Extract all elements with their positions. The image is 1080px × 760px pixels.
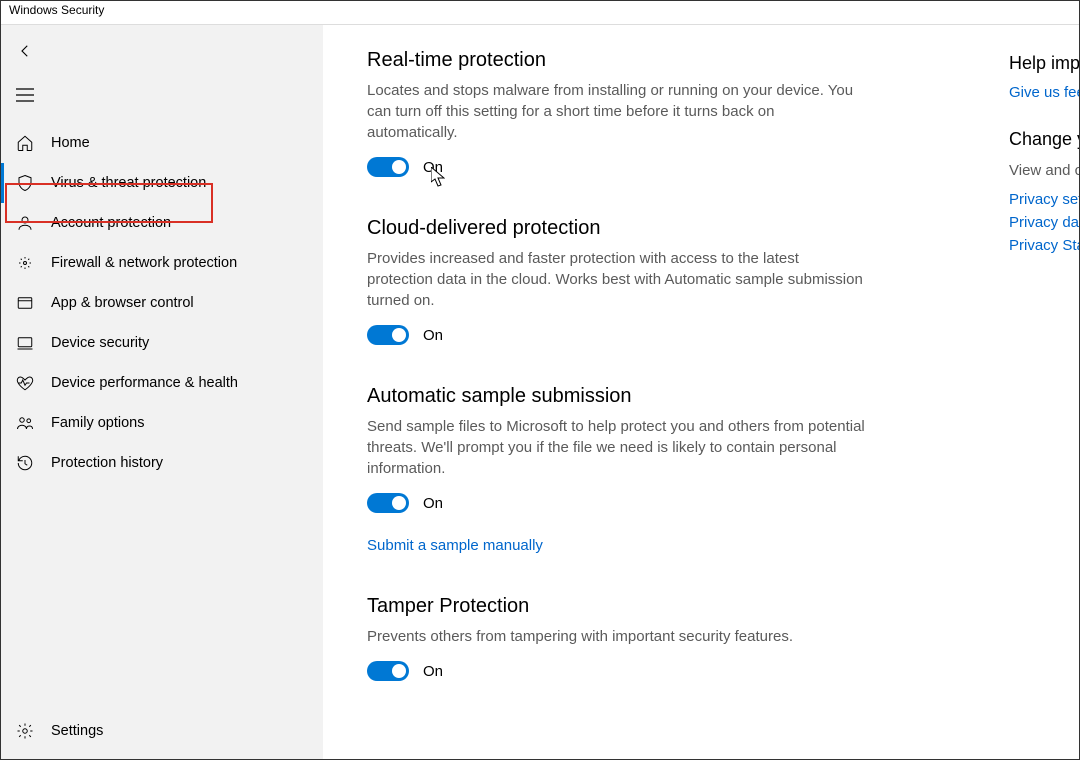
toggle-state-label: On bbox=[423, 663, 443, 680]
section-tamper: Tamper Protection Prevents others from t… bbox=[367, 595, 969, 681]
app-root: Home Virus & threat protection Account p… bbox=[1, 25, 1079, 759]
toggle-row: On bbox=[367, 661, 969, 681]
sidebar-item-performance[interactable]: Device performance & health bbox=[1, 363, 323, 403]
tamper-toggle[interactable] bbox=[367, 661, 409, 681]
sidebar-item-app-browser[interactable]: App & browser control bbox=[1, 283, 323, 323]
submit-sample-link[interactable]: Submit a sample manually bbox=[367, 537, 543, 554]
sidebar-item-label: Firewall & network protection bbox=[51, 255, 237, 271]
help-block: Help improve Windows Security Give us fe… bbox=[1009, 53, 1079, 101]
privacy-settings-link[interactable]: Privacy settings bbox=[1009, 191, 1079, 208]
sidebar-item-history[interactable]: Protection history bbox=[1, 443, 323, 483]
feedback-link[interactable]: Give us feedback bbox=[1009, 84, 1079, 101]
sidebar-item-device-security[interactable]: Device security bbox=[1, 323, 323, 363]
history-icon bbox=[15, 454, 35, 472]
sidebar-item-account[interactable]: Account protection bbox=[1, 203, 323, 243]
privacy-dashboard-link[interactable]: Privacy dashboard bbox=[1009, 214, 1079, 231]
section-desc: Locates and stops malware from installin… bbox=[367, 80, 867, 143]
cloud-toggle[interactable] bbox=[367, 325, 409, 345]
sidebar-item-label: Settings bbox=[51, 723, 103, 739]
device-security-icon bbox=[15, 334, 35, 352]
shield-icon bbox=[15, 174, 35, 192]
section-title: Tamper Protection bbox=[367, 595, 969, 618]
home-icon bbox=[15, 134, 35, 152]
privacy-desc: View and change privacy settings for you… bbox=[1009, 160, 1079, 181]
toggle-state-label: On bbox=[423, 495, 443, 512]
sidebar-item-label: Virus & threat protection bbox=[51, 175, 206, 191]
hamburger-button[interactable] bbox=[5, 75, 45, 115]
heart-pulse-icon bbox=[15, 374, 35, 392]
section-realtime: Real-time protection Locates and stops m… bbox=[367, 49, 969, 177]
gear-icon bbox=[15, 722, 35, 740]
privacy-title: Change your privacy settings bbox=[1009, 129, 1079, 150]
sidebar-item-home[interactable]: Home bbox=[1, 123, 323, 163]
sidebar-footer: Settings bbox=[1, 711, 323, 759]
sidebar-item-label: Device performance & health bbox=[51, 375, 238, 391]
sidebar-item-label: App & browser control bbox=[51, 295, 194, 311]
toggle-state-label: On bbox=[423, 159, 443, 176]
section-sample-submission: Automatic sample submission Send sample … bbox=[367, 385, 969, 555]
account-icon bbox=[15, 214, 35, 232]
firewall-icon bbox=[15, 254, 35, 272]
sample-toggle[interactable] bbox=[367, 493, 409, 513]
nav-list: Home Virus & threat protection Account p… bbox=[1, 123, 323, 483]
section-desc: Provides increased and faster protection… bbox=[367, 248, 867, 311]
hamburger-icon bbox=[16, 88, 34, 102]
sidebar-item-label: Family options bbox=[51, 415, 144, 431]
family-icon bbox=[15, 414, 35, 432]
section-title: Real-time protection bbox=[367, 49, 969, 72]
toggle-row: On bbox=[367, 325, 969, 345]
sidebar-item-label: Account protection bbox=[51, 215, 171, 231]
section-title: Cloud-delivered protection bbox=[367, 217, 969, 240]
realtime-toggle[interactable] bbox=[367, 157, 409, 177]
window-title: Windows Security bbox=[1, 1, 1079, 25]
sidebar-item-label: Device security bbox=[51, 335, 149, 351]
section-desc: Send sample files to Microsoft to help p… bbox=[367, 416, 867, 479]
help-title: Help improve Windows Security bbox=[1009, 53, 1079, 74]
back-arrow-icon bbox=[16, 42, 34, 60]
toggle-row: On bbox=[367, 157, 969, 177]
section-cloud: Cloud-delivered protection Provides incr… bbox=[367, 217, 969, 345]
sidebar-item-virus-threat[interactable]: Virus & threat protection bbox=[1, 163, 323, 203]
sidebar-item-label: Protection history bbox=[51, 455, 163, 471]
sidebar-item-label: Home bbox=[51, 135, 90, 151]
sidebar-item-family[interactable]: Family options bbox=[1, 403, 323, 443]
privacy-statement-link[interactable]: Privacy Statement bbox=[1009, 237, 1079, 254]
app-browser-icon bbox=[15, 294, 35, 312]
main-content: Real-time protection Locates and stops m… bbox=[323, 25, 1009, 759]
sidebar: Home Virus & threat protection Account p… bbox=[1, 25, 323, 759]
sidebar-item-settings[interactable]: Settings bbox=[1, 711, 323, 751]
section-title: Automatic sample submission bbox=[367, 385, 969, 408]
back-button[interactable] bbox=[5, 31, 45, 71]
toggle-state-label: On bbox=[423, 327, 443, 344]
right-panel: Help improve Windows Security Give us fe… bbox=[1009, 25, 1079, 759]
sidebar-item-firewall[interactable]: Firewall & network protection bbox=[1, 243, 323, 283]
section-desc: Prevents others from tampering with impo… bbox=[367, 626, 867, 647]
privacy-block: Change your privacy settings View and ch… bbox=[1009, 129, 1079, 254]
toggle-row: On bbox=[367, 493, 969, 513]
